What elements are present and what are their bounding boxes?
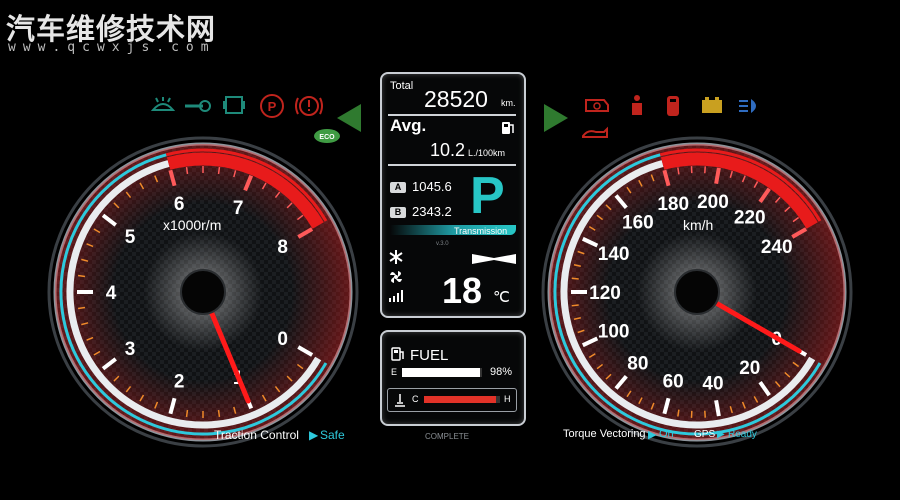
- speedometer-tick-label: 80: [627, 353, 648, 374]
- fuel-percent: 98%: [490, 366, 513, 378]
- coolant-cold-label: C: [412, 394, 419, 404]
- coolant-track: [424, 396, 500, 403]
- tachometer-minor-tick: [185, 409, 189, 418]
- version-label: v.3.0: [436, 241, 449, 247]
- info-panel: Total 28520 km. Avg. 10.2 L./100km A 104…: [380, 72, 526, 318]
- speedometer-tick-label: 140: [598, 244, 630, 265]
- tachometer-tick-label: 6: [174, 194, 185, 215]
- fan-icon: [388, 269, 404, 290]
- parking-brake-icon: P: [258, 93, 286, 124]
- fuel-pump-icon: [391, 346, 405, 367]
- speedometer-tick-label: 40: [702, 373, 723, 394]
- speedometer: 020406080100120140160180200220240: [541, 136, 853, 448]
- speedometer-minor-tick: [677, 409, 680, 417]
- trip-b-value: 2343.2: [412, 204, 452, 219]
- traction-control-label: Traction Control: [214, 428, 299, 442]
- fuel-label: FUEL: [410, 347, 449, 364]
- fuel-gauge-fill: [402, 368, 481, 377]
- traction-control-arrow: ▶: [309, 428, 319, 442]
- eco-badge: ECO: [313, 127, 341, 150]
- tachometer-minor-tick: [77, 306, 86, 310]
- coolant-fill: [424, 396, 497, 403]
- trip-a-value: 1045.6: [412, 179, 452, 194]
- tachometer-minor-tick: [217, 409, 221, 418]
- coolant-gauge: C H: [387, 388, 517, 412]
- torque-vectoring-label: Torque Vectoring: [563, 428, 646, 440]
- avg-unit: L./100km: [468, 148, 506, 158]
- tachometer-unit: x1000r/m: [163, 217, 222, 233]
- wrench-icon: [183, 98, 211, 119]
- oil-pressure-icon: [580, 126, 610, 147]
- speedometer-minor-tick: [571, 277, 579, 280]
- fuel-panel: FUEL E 98% C H: [380, 330, 526, 426]
- complete-label: COMPLETE: [425, 432, 470, 441]
- brake-warning-icon: [294, 93, 324, 124]
- check-engine-icon: [582, 96, 612, 121]
- airflow-direction-icon: [472, 252, 516, 270]
- tachometer-minor-tick: [77, 274, 86, 278]
- odometer-unit: km.: [501, 98, 516, 108]
- odometer-label: Total: [390, 80, 414, 92]
- avg-label: Avg.: [390, 116, 427, 135]
- speedometer-hub: [674, 269, 720, 315]
- speedometer-tick-label: 160: [622, 212, 654, 233]
- speedometer-tick-label: 100: [598, 322, 630, 343]
- washer-icon: [150, 96, 176, 121]
- headlight-icon: [737, 97, 765, 120]
- gps-label: GPS: [694, 429, 716, 440]
- speedometer-unit: km/h: [683, 217, 714, 233]
- avg-value: 10.2: [430, 140, 466, 160]
- speedometer-tick-label: 240: [761, 237, 793, 258]
- eco-label: ECO: [319, 134, 335, 141]
- speedometer-tick-label: 220: [734, 207, 766, 228]
- speedometer-tick-label: 120: [589, 283, 621, 304]
- tachometer: 012345678: [47, 136, 359, 448]
- speedometer-tick-label: 200: [697, 192, 729, 213]
- cabin-temperature: 18: [442, 270, 483, 311]
- temperature-unit: ℃: [493, 289, 510, 306]
- traction-control-value: Safe: [320, 428, 345, 442]
- transmission-label: Transmission: [454, 226, 508, 236]
- speedometer-tick-label: 60: [663, 372, 684, 393]
- tachometer-tick-label: 0: [277, 329, 288, 350]
- turn-right-icon: [540, 103, 570, 138]
- speedometer-tick-label: 180: [657, 194, 689, 215]
- odometer-value: 28520: [424, 86, 488, 112]
- tachometer-tick-label: 5: [125, 227, 136, 248]
- tachometer-tick-label: 7: [233, 198, 244, 219]
- trip-a-label: A: [390, 182, 406, 193]
- speedometer-minor-tick: [677, 167, 680, 175]
- fuel-pump-icon: [500, 120, 516, 141]
- gps-value: Ready: [728, 429, 757, 440]
- seatbelt-icon: [628, 94, 646, 123]
- coolant-hot-label: H: [504, 394, 511, 404]
- speedometer-major-tick: [714, 399, 721, 417]
- tachometer-minor-tick: [185, 166, 189, 175]
- fuel-gauge-track: [402, 368, 482, 377]
- tachometer-tick-label: 8: [277, 237, 288, 258]
- tachometer-tick-label: 4: [106, 283, 117, 304]
- tachometer-minor-tick: [217, 166, 221, 175]
- torque-vectoring-value: On: [659, 428, 674, 440]
- door-open-icon: [664, 94, 682, 123]
- fuel-empty-label: E: [391, 367, 398, 377]
- svg-text:P: P: [268, 99, 277, 114]
- tachometer-tick-label: 3: [125, 339, 136, 360]
- speedometer-major-tick: [714, 167, 721, 185]
- speedometer-tick-label: 20: [739, 358, 760, 379]
- speedometer-minor-tick: [571, 304, 579, 307]
- fan-speed-icon: [388, 289, 404, 308]
- snowflake-icon: [388, 249, 404, 270]
- trip-b-label: B: [390, 207, 406, 218]
- tachometer-hub: [180, 269, 226, 315]
- tachometer-tick-label: 2: [174, 372, 185, 393]
- coolant-temp-icon: [394, 393, 406, 412]
- battery-icon: [700, 95, 724, 120]
- gear-indicator: P: [470, 167, 505, 225]
- tpms-icon: [222, 94, 246, 121]
- torque-vectoring-arrow: ▶: [648, 429, 657, 441]
- gps-arrow: ▶: [717, 429, 725, 440]
